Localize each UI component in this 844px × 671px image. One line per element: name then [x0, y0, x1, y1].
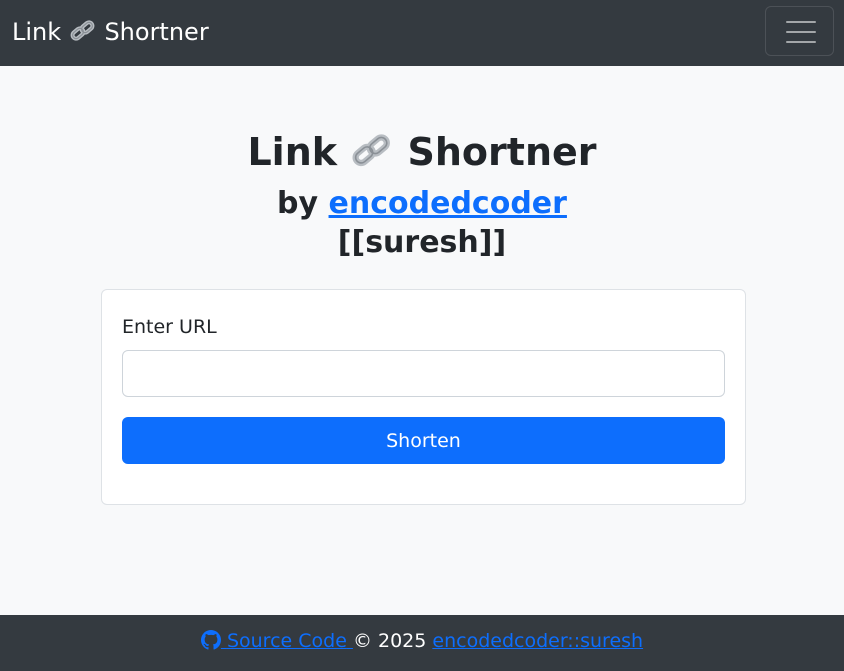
brand-text-prefix: Link [12, 18, 62, 46]
shorten-button[interactable]: Shorten [122, 417, 725, 464]
source-code-label: Source Code [226, 630, 347, 652]
link-icon [350, 132, 394, 170]
brand-text-suffix: Shortner [104, 18, 209, 46]
page-title-suffix: Shortner [407, 130, 597, 174]
hamburger-menu-icon [786, 20, 816, 44]
link-icon [69, 19, 97, 43]
shorten-form-card: Enter URL Shorten [101, 289, 746, 505]
source-code-link[interactable]: Source Code [200, 630, 353, 652]
copyright-text: © 2025 [352, 630, 427, 652]
author-link[interactable]: encodedcoder [329, 186, 567, 221]
byline-prefix: by [277, 186, 329, 221]
byline: by encodedcoder [0, 184, 844, 224]
username-label: [[suresh]] [337, 225, 507, 260]
navbar-toggler-button[interactable] [765, 6, 834, 56]
footer-author-link[interactable]: encodedcoder::suresh [432, 630, 643, 652]
url-field-label: Enter URL [122, 316, 217, 338]
navbar-brand[interactable]: Link Shortner [12, 16, 209, 48]
url-input[interactable] [122, 350, 725, 397]
github-icon [200, 618, 221, 650]
page-title-prefix: Link [247, 130, 338, 174]
footer: Source Code © 2025 encodedcoder::suresh [0, 615, 844, 671]
page-title: Link Shortner [0, 128, 844, 176]
navbar: Link Shortner [0, 0, 844, 66]
